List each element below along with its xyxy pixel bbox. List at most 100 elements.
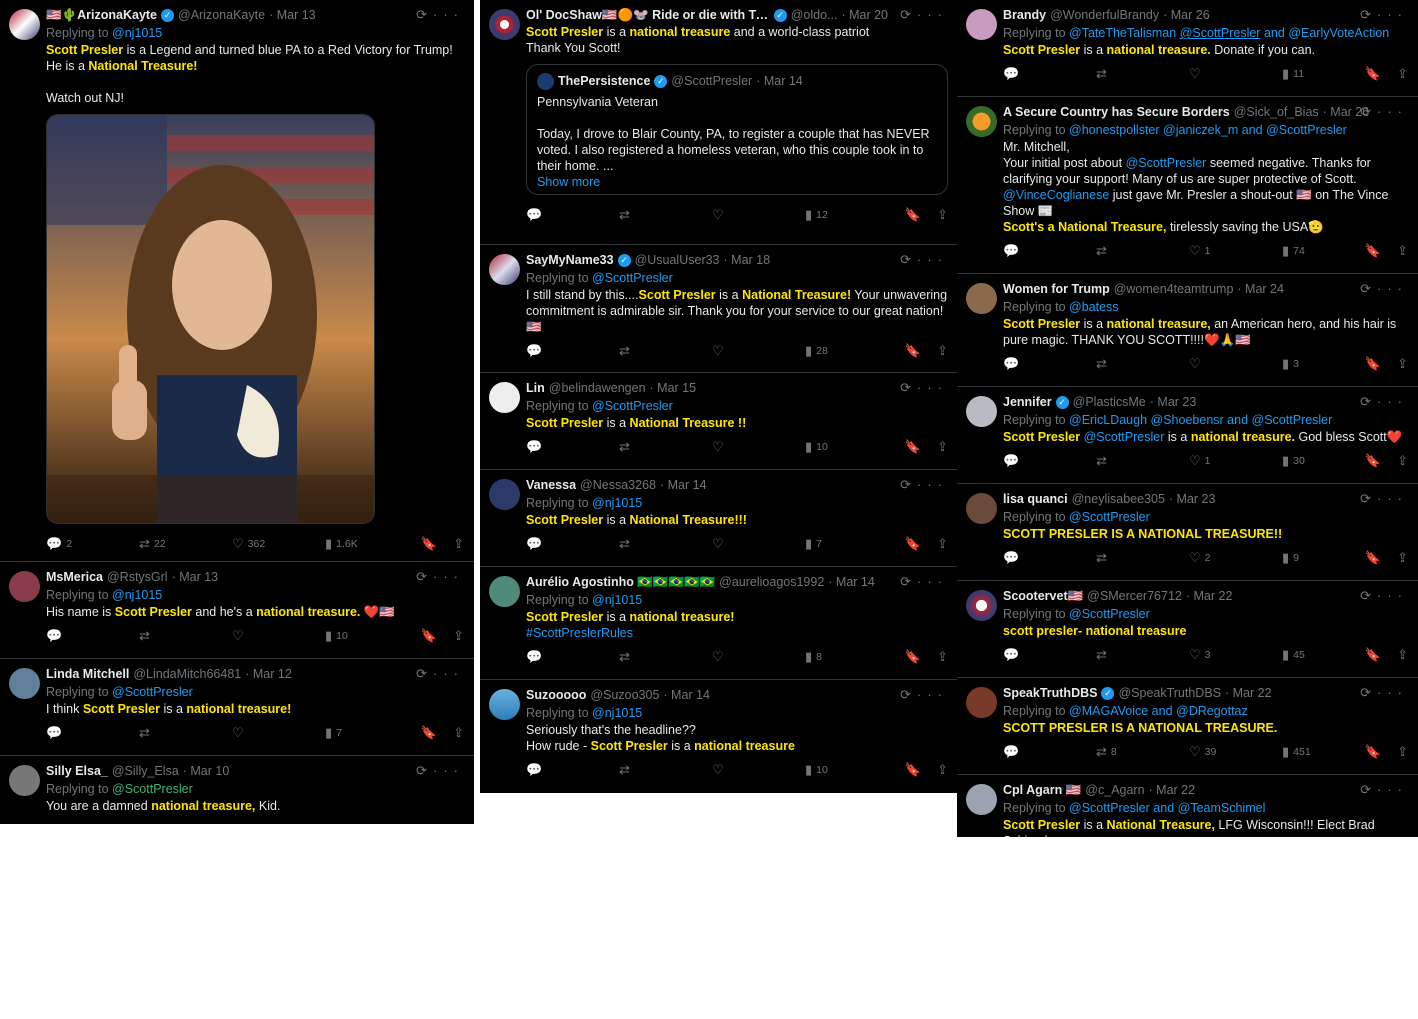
tweet-date[interactable]: · Mar 22 xyxy=(1186,588,1233,605)
tweet-date[interactable]: · Mar 23 xyxy=(1150,394,1197,411)
tweet-date[interactable]: · Mar 10 xyxy=(183,763,230,780)
grok-icon[interactable]: ⟳ xyxy=(1360,491,1377,506)
like-button[interactable]: ♡ xyxy=(712,343,805,359)
like-button[interactable]: ♡ xyxy=(712,762,805,778)
reply-button[interactable]: 💬 xyxy=(526,536,619,552)
grok-icon[interactable]: ⟳ xyxy=(1360,782,1377,797)
views-button[interactable]: ▮ 10 xyxy=(325,628,421,644)
reply-button[interactable]: 💬 xyxy=(526,649,619,665)
author-handle[interactable]: @LindaMitch66481 xyxy=(133,666,241,683)
reply-button[interactable]: 💬 2 xyxy=(46,536,139,552)
avatar[interactable] xyxy=(489,9,520,40)
author-handle[interactable]: @RstysGrl xyxy=(107,569,168,586)
retweet-button[interactable]: ⇄ xyxy=(1096,66,1189,82)
avatar[interactable] xyxy=(966,106,997,137)
tweet[interactable]: Lin @belindawengen · Mar 15 ⟳··· Replying … xyxy=(480,373,958,470)
more-icon[interactable]: ··· xyxy=(1377,782,1408,797)
tweet[interactable]: Suzooooo @Suzoo305 · Mar 14 ⟳··· Replying … xyxy=(480,680,958,793)
retweet-button[interactable]: ⇄ xyxy=(619,343,712,359)
grok-icon[interactable]: ⟳ xyxy=(900,7,917,22)
share-icon[interactable]: ⇪ xyxy=(937,207,948,223)
share-icon[interactable]: ⇪ xyxy=(937,762,948,778)
avatar[interactable] xyxy=(966,687,997,718)
author-name[interactable]: lisa quanci xyxy=(1003,491,1068,508)
author-name[interactable]: Vanessa xyxy=(526,477,576,494)
author-name[interactable]: Brandy xyxy=(1003,7,1046,24)
more-icon[interactable]: ··· xyxy=(917,477,948,492)
author-name[interactable]: 🇺🇸🌵ArizonaKayte xyxy=(46,7,157,24)
avatar[interactable] xyxy=(489,479,520,510)
tweet[interactable]: lisa quanci @neylisabee305 · Mar 23 ⟳··· R… xyxy=(957,484,1418,581)
author-handle[interactable]: @ArizonaKayte xyxy=(178,7,265,24)
reply-button[interactable]: 💬 xyxy=(526,439,619,455)
author-handle[interactable]: @UsualUser33 xyxy=(635,252,720,269)
avatar[interactable] xyxy=(489,254,520,285)
hashtag-link[interactable]: #ScottPreslerRules xyxy=(526,626,633,640)
more-icon[interactable]: ··· xyxy=(917,687,948,702)
tweet[interactable]: Women for Trump @women4teamtrump · Mar 24 … xyxy=(957,274,1418,387)
avatar[interactable] xyxy=(966,396,997,427)
grok-icon[interactable]: ⟳ xyxy=(416,7,433,22)
tweet[interactable]: Vanessa @Nessa3268 · Mar 14 ⟳··· Replying … xyxy=(480,470,958,567)
mention-link[interactable]: @ScottPresler xyxy=(592,271,673,285)
mention-link[interactable]: @DRegottaz xyxy=(1176,704,1248,718)
author-name[interactable]: SpeakTruthDBS xyxy=(1003,685,1097,702)
mention-link[interactable]: @ScottPresler xyxy=(1069,607,1150,621)
tweet[interactable]: A Secure Country has Secure Borders @Sick… xyxy=(957,97,1418,274)
author-handle[interactable]: @women4teamtrump xyxy=(1114,281,1234,298)
bookmark-icon[interactable]: 🔖 xyxy=(1365,453,1381,469)
bookmark-icon[interactable]: 🔖 xyxy=(905,536,921,552)
views-button[interactable]: ▮ 12 xyxy=(805,207,905,223)
tweet-date[interactable]: · Mar 24 xyxy=(1237,281,1284,298)
avatar[interactable] xyxy=(966,493,997,524)
avatar[interactable] xyxy=(966,9,997,40)
more-icon[interactable]: ··· xyxy=(433,569,464,584)
author-handle[interactable]: @c_Agarn xyxy=(1085,782,1144,799)
mention-link[interactable]: @nj1015 xyxy=(592,593,642,607)
reply-button[interactable]: 💬 xyxy=(526,343,619,359)
like-button[interactable]: ♡ 1 xyxy=(1189,453,1282,469)
author-handle[interactable]: @WonderfulBrandy xyxy=(1050,7,1159,24)
tweet-image[interactable] xyxy=(46,114,375,524)
mention-link[interactable]: @nj1015 xyxy=(592,496,642,510)
avatar[interactable] xyxy=(9,9,40,40)
more-icon[interactable]: ··· xyxy=(917,7,948,22)
tweet-date[interactable]: · Mar 22 xyxy=(1149,782,1196,799)
mention-link[interactable]: @TeamSchimel xyxy=(1178,801,1266,815)
mention-link[interactable]: @nj1015 xyxy=(112,26,162,40)
tweet[interactable]: Brandy @WonderfulBrandy · Mar 26 ⟳··· Repl… xyxy=(957,0,1418,97)
tweet-date[interactable]: · Mar 22 xyxy=(1225,685,1272,702)
tweet-date[interactable]: · Mar 14 xyxy=(828,574,875,591)
grok-icon[interactable]: ⟳ xyxy=(900,380,917,395)
bookmark-icon[interactable]: 🔖 xyxy=(905,207,921,223)
avatar[interactable] xyxy=(9,765,40,796)
retweet-button[interactable]: ⇄ xyxy=(1096,550,1189,566)
author-name[interactable]: Ol' DocShaw🇺🇸🟠🐭 Ride or die with Tru... xyxy=(526,7,770,24)
mention-link[interactable]: @batess xyxy=(1069,300,1119,314)
tweet[interactable]: 🇺🇸🌵ArizonaKayte ✓ @ArizonaKayte · Mar 13… xyxy=(0,0,474,562)
more-icon[interactable]: ··· xyxy=(433,763,464,778)
tweet[interactable]: MsMerica @RstysGrl · Mar 13 ⟳··· Replying … xyxy=(0,562,474,659)
tweet[interactable]: Linda Mitchell @LindaMitch66481 · Mar 12 ⟳… xyxy=(0,659,474,756)
reply-button[interactable]: 💬 xyxy=(46,628,139,644)
retweet-button[interactable]: ⇄ 22 xyxy=(139,536,232,552)
author-handle[interactable]: @neylisabee305 xyxy=(1072,491,1165,508)
views-button[interactable]: ▮ 11 xyxy=(1282,66,1365,82)
more-icon[interactable]: ··· xyxy=(1377,281,1408,296)
bookmark-icon[interactable]: 🔖 xyxy=(421,628,437,644)
views-button[interactable]: ▮ 1.6K xyxy=(325,536,421,552)
author-name[interactable]: Cpl Agarn 🇺🇸 xyxy=(1003,782,1081,799)
views-button[interactable]: ▮ 10 xyxy=(805,762,905,778)
share-icon[interactable]: ⇪ xyxy=(453,536,464,552)
grok-icon[interactable]: ⟳ xyxy=(900,687,917,702)
author-handle[interactable]: @Suzoo305 xyxy=(590,687,659,704)
bookmark-icon[interactable]: 🔖 xyxy=(1365,66,1381,82)
retweet-button[interactable]: ⇄ xyxy=(619,536,712,552)
like-button[interactable]: ♡ xyxy=(712,207,805,223)
grok-icon[interactable]: ⟳ xyxy=(416,763,433,778)
share-icon[interactable]: ⇪ xyxy=(1397,356,1408,372)
author-handle[interactable]: @Sick_of_Bias xyxy=(1234,104,1319,121)
share-icon[interactable]: ⇪ xyxy=(937,439,948,455)
author-handle[interactable]: @SMercer76712 xyxy=(1087,588,1182,605)
more-icon[interactable]: ··· xyxy=(1377,394,1408,409)
